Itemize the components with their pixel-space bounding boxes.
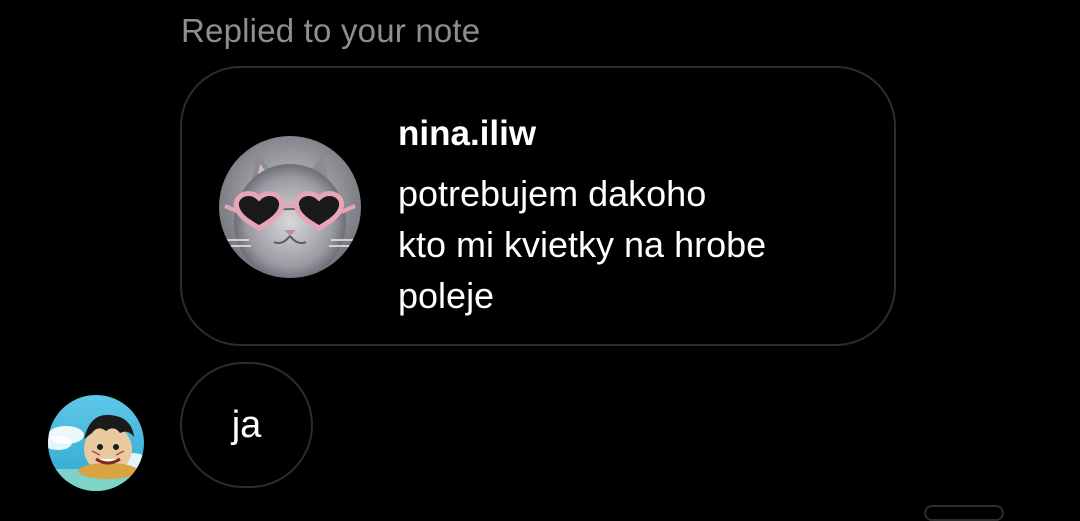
sender-avatar[interactable] <box>48 395 144 491</box>
note-author-avatar[interactable] <box>219 136 361 278</box>
note-author-username[interactable]: nina.iliw <box>398 114 536 154</box>
anime-avatar-icon <box>48 395 144 491</box>
replied-to-note-label: Replied to your note <box>181 12 481 49</box>
partial-message-bubble <box>924 505 1004 521</box>
cat-avatar-icon <box>219 136 361 278</box>
message-bubble[interactable]: ja <box>180 362 313 488</box>
message-text: ja <box>231 403 262 446</box>
note-card[interactable]: nina.iliw potrebujem dakoho kto mi kviet… <box>180 66 896 346</box>
note-text: potrebujem dakoho kto mi kvietky na hrob… <box>398 173 767 316</box>
